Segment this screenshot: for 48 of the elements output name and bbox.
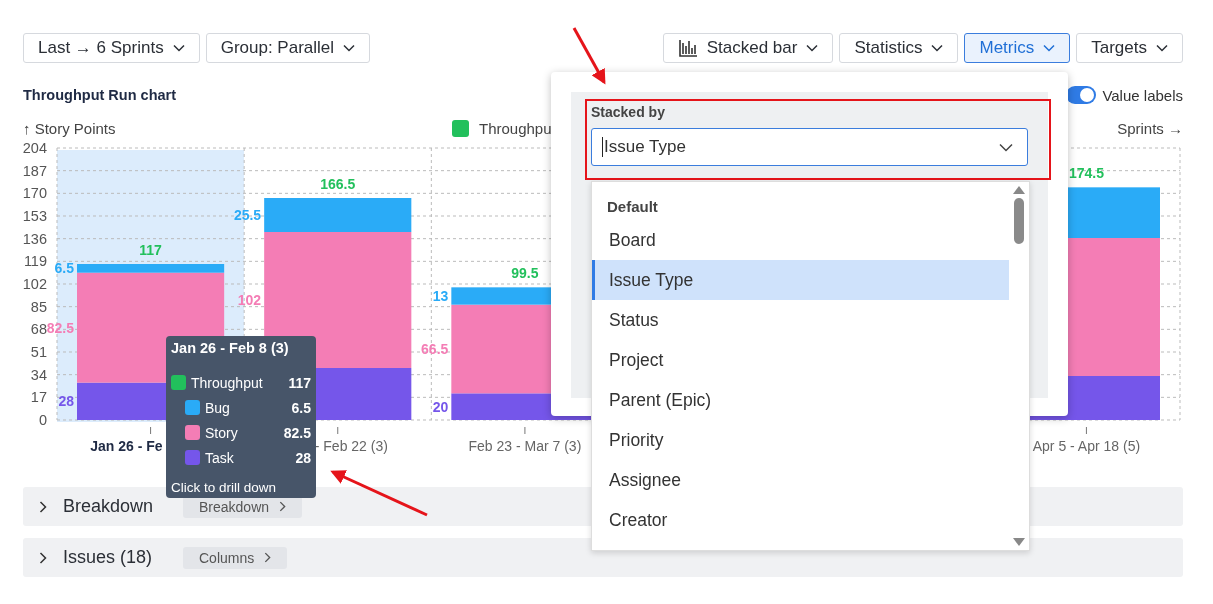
chart-title: Throughput Run chart	[23, 87, 177, 103]
tooltip-title: Jan 26 - Feb 8 (3)	[171, 340, 290, 356]
y-tick-label: 51	[30, 344, 47, 360]
x-tick-label: Feb 23 - Mar 7 (3)	[468, 438, 582, 454]
value-label: 13	[432, 288, 449, 304]
y-tick-label: 34	[30, 366, 47, 383]
value-label: 6.5	[54, 260, 74, 277]
field-label: Stacked by	[591, 104, 666, 120]
y-tick-label: 102	[23, 276, 47, 292]
group-header: Default	[606, 198, 659, 217]
y-tick-label: 187	[23, 162, 47, 179]
y-axis-label: ↑ Story Points	[23, 119, 117, 137]
toggle-label: Value labels	[1102, 86, 1183, 104]
value-label: 82.5	[46, 319, 74, 336]
value-label: 20	[432, 398, 449, 415]
value-label: 102	[237, 292, 262, 308]
x-tick-label: Apr 5 - Apr 18 (5)	[1032, 438, 1141, 454]
x-axis-label: Sprints →	[1117, 119, 1183, 137]
section-title: Issues (18)	[63, 547, 154, 568]
total-label: 99.5	[511, 265, 539, 282]
y-tick-label: 153	[23, 208, 47, 224]
series-value: 117	[288, 374, 311, 391]
value-label: 25.5	[233, 207, 262, 223]
series-name: Task	[205, 449, 235, 466]
x-tick-label: - Feb 22 (3)	[314, 438, 388, 454]
series-name: Throughput	[191, 374, 264, 391]
series-name: Bug	[205, 399, 231, 416]
y-tick-label: 119	[23, 253, 47, 270]
total-label: 166.5	[320, 176, 356, 192]
legend-label: Throughpu	[479, 119, 552, 137]
value-label: 66.5	[421, 341, 449, 357]
series-name: Story	[205, 424, 239, 441]
y-tick-label: 136	[23, 230, 47, 247]
series-value: 28	[295, 449, 311, 466]
x-tick-label: Jan 26 - Fe	[90, 438, 163, 454]
series-value: 6.5	[291, 399, 311, 416]
total-label: 174.5	[1068, 165, 1104, 182]
y-tick-label: 204	[23, 140, 47, 156]
y-tick-label: 68	[30, 321, 47, 338]
y-tick-label: 0	[38, 412, 47, 428]
section-title: Breakdown	[63, 496, 155, 517]
value-label: 28	[58, 393, 74, 410]
total-label: 117	[139, 242, 162, 258]
y-tick-label: 85	[30, 298, 47, 315]
y-tick-label: 170	[23, 185, 47, 202]
series-value: 82.5	[283, 424, 311, 441]
y-tick-label: 17	[30, 389, 47, 406]
tooltip-hint: Click to drill down	[171, 480, 278, 495]
